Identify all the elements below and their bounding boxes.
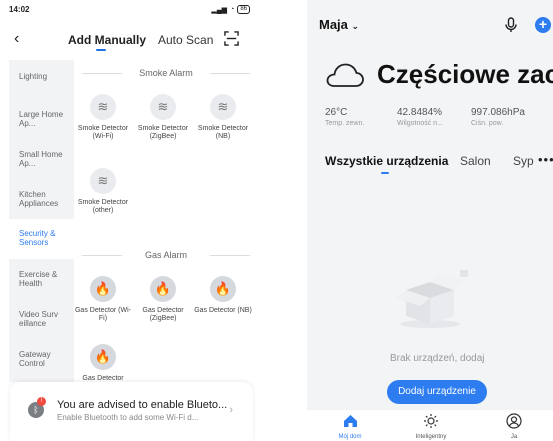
sidebar-item-large-home-appliances[interactable]: Large Home Ap... — [9, 110, 69, 128]
stat-value: 42.8484% — [397, 107, 443, 118]
battery-icon: 86 — [237, 5, 250, 14]
device-gas-detector-zigbee[interactable]: 🔥 Gas Detector (ZigBee) — [133, 276, 193, 323]
weather-stat-humidity: 42.8484% Wilgotność n... — [397, 107, 443, 127]
alert-badge: ! — [37, 397, 46, 406]
top-navigation: ‹ Add Manually Auto Scan — [0, 28, 258, 54]
device-label: Gas Detector (ZigBee) — [142, 307, 184, 322]
sidebar-item-lighting[interactable]: Lighting — [9, 72, 74, 81]
device-label: Smoke Detector (ZigBee) — [137, 125, 189, 140]
device-label: Gas Detector (NB) — [194, 307, 252, 314]
device-label: Smoke Detector (NB) — [197, 125, 249, 140]
status-icons: ▂▄▆ ◔ 86 — [211, 5, 250, 14]
empty-box-illustration — [396, 270, 468, 328]
device-smoke-detector-wifi[interactable]: ≋ Smoke Detector (Wi-Fi) — [73, 94, 133, 141]
device-smoke-detector-nb[interactable]: ≋ Smoke Detector (NB) — [193, 94, 253, 141]
tab-active-indicator — [96, 49, 106, 51]
device-catalog: Smoke Alarm ≋ Smoke Detector (Wi-Fi) ≋ S… — [74, 60, 258, 382]
banner-subtitle: Enable Bluetooth to add some Wi-Fi d... — [57, 413, 199, 422]
tabbar-label: Ja — [510, 434, 518, 440]
status-time: 14:02 — [9, 5, 30, 14]
device-label: Gas Detector (Wi-Fi) — [74, 307, 131, 322]
bottom-tabbar: Mój dom Inteligentny Ja — [307, 410, 553, 441]
smoke-icon: ≋ — [90, 168, 116, 194]
stat-label: Wilgotność n... — [397, 120, 443, 127]
device-gas-detector-nb[interactable]: 🔥 Gas Detector (NB) — [193, 276, 253, 315]
flame-icon: 🔥 — [90, 276, 116, 302]
back-icon[interactable]: ‹ — [14, 30, 30, 48]
device-gas-detector-wifi[interactable]: 🔥 Gas Detector (Wi-Fi) — [73, 276, 133, 323]
tabbar-item-smart[interactable]: Inteligentny — [401, 413, 461, 440]
home-icon — [343, 415, 357, 427]
flame-icon: 🔥 — [210, 276, 236, 302]
chevron-down-icon: ⌄ — [351, 21, 360, 31]
stat-label: Temp. zewn. — [325, 120, 365, 127]
cloud-icon — [326, 63, 364, 87]
section-title-gas-alarm: Gas Alarm — [74, 250, 258, 260]
weather-stat-pressure: 997.086hPa Ciśn. pow. — [471, 107, 525, 127]
sidebar-item-kitchen-appliances[interactable]: Kitchen Appliances — [9, 190, 69, 208]
flame-icon: 🔥 — [150, 276, 176, 302]
smoke-icon: ≋ — [210, 94, 236, 120]
scan-icon[interactable] — [224, 31, 239, 46]
sidebar-item-security-sensors[interactable]: Security & Sensors — [9, 219, 74, 259]
home-screen: Maja ⌄ + Częściowe zac... 26°C Temp. zew… — [307, 0, 553, 441]
device-smoke-detector-other[interactable]: ≋ Smoke Detector (other) — [73, 168, 133, 215]
add-device-screen: 14:02 ▂▄▆ ◔ 86 ‹ Add Manually Auto Scan … — [0, 0, 258, 441]
sun-icon — [424, 414, 438, 428]
stat-value: 26°C — [325, 107, 348, 118]
sidebar-item-label: Security & Sensors — [19, 229, 56, 247]
device-smoke-detector-zigbee[interactable]: ≋ Smoke Detector (ZigBee) — [133, 94, 193, 141]
home-name: Maja — [319, 17, 348, 32]
tab-auto-scan[interactable]: Auto Scan — [158, 33, 213, 47]
tab-all-devices[interactable]: Wszystkie urządzenia — [325, 154, 448, 168]
microphone-icon[interactable] — [504, 17, 518, 33]
smoke-icon: ≋ — [150, 94, 176, 120]
add-icon[interactable]: + — [535, 17, 551, 33]
bluetooth-banner[interactable]: ᛒ ! You are advised to enable Blueto... … — [10, 382, 253, 441]
section-title-smoke-alarm: Smoke Alarm — [74, 68, 258, 78]
sidebar-item-small-home-appliances[interactable]: Small Home Ap... — [9, 150, 69, 168]
tabbar-label: Inteligentny — [415, 434, 447, 440]
chevron-right-icon: › — [229, 404, 233, 416]
sidebar-item-gateway-control[interactable]: Gateway Control — [9, 350, 61, 368]
category-sidebar: Lighting Large Home Ap... Small Home Ap.… — [9, 60, 74, 382]
tab-add-manually[interactable]: Add Manually — [68, 33, 146, 47]
device-label: Smoke Detector (Wi-Fi) — [77, 125, 129, 140]
tab-room-salon[interactable]: Salon — [460, 154, 491, 168]
tab-active-indicator — [381, 172, 389, 174]
stat-value: 997.086hPa — [471, 107, 525, 118]
sidebar-item-exercise-health[interactable]: Exercise & Health — [9, 270, 67, 288]
weather-condition: Częściowe zac... — [377, 59, 553, 89]
more-icon[interactable]: ••• — [538, 152, 553, 167]
home-selector[interactable]: Maja ⌄ — [319, 17, 359, 32]
wifi-icon: ◔ — [230, 6, 235, 13]
device-gas-detector[interactable]: 🔥 Gas Detector — [73, 344, 133, 383]
add-device-button[interactable]: Dodaj urządzenie — [387, 380, 487, 404]
stat-label: Ciśn. pow. — [471, 120, 504, 127]
smoke-icon: ≋ — [90, 94, 116, 120]
tabbar-label: Mój dom — [338, 434, 362, 440]
flame-icon: 🔥 — [90, 344, 116, 370]
empty-state-message: Brak urządzeń, dodaj — [390, 353, 485, 364]
signal-icon: ▂▄▆ — [211, 6, 228, 14]
sidebar-item-video-surveillance[interactable]: Video Surv eillance — [9, 310, 61, 328]
device-label: Smoke Detector (other) — [77, 199, 129, 214]
banner-title: You are advised to enable Blueto... — [57, 399, 228, 411]
room-tabs: Wszystkie urządzenia Salon Syp ••• — [325, 152, 553, 174]
status-bar: 14:02 ▂▄▆ ◔ 86 — [0, 0, 258, 20]
tab-room-syp[interactable]: Syp — [513, 154, 534, 168]
tabbar-item-my-home[interactable]: Mój dom — [320, 413, 380, 440]
tabbar-item-profile[interactable]: Ja — [484, 413, 544, 440]
user-icon — [506, 413, 522, 429]
weather-stat-temperature: 26°C Temp. zewn. — [325, 107, 364, 127]
